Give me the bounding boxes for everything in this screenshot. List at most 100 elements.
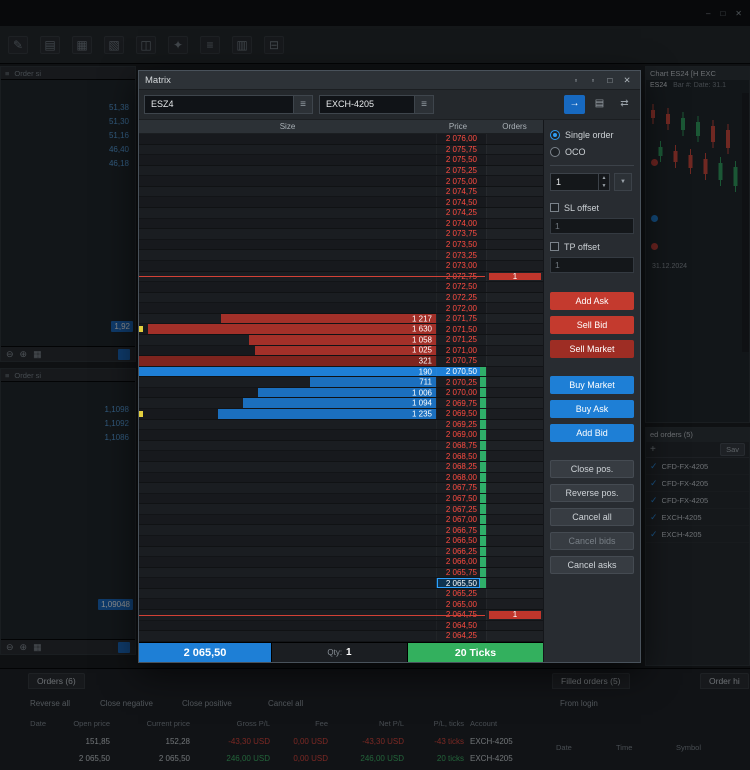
size-cell[interactable] [139, 187, 436, 197]
price-cell[interactable]: 2 070,50 [436, 367, 480, 377]
size-cell[interactable] [139, 430, 436, 440]
cancel-asks-button[interactable]: Cancel asks [550, 556, 634, 574]
orders-cell[interactable] [486, 229, 543, 239]
price-cell[interactable]: 2 074,25 [436, 208, 480, 218]
add-bid-button[interactable]: Add Bid [550, 424, 634, 442]
size-cell[interactable] [139, 441, 436, 451]
size-cell[interactable] [139, 473, 436, 483]
price-cell[interactable]: 2 065,00 [436, 599, 480, 609]
price-cell[interactable]: 2 065,75 [436, 568, 480, 578]
orders-cell[interactable] [486, 155, 543, 165]
orders-cell[interactable] [486, 441, 543, 451]
matrix-settings-icon[interactable]: ⇄ [614, 95, 635, 114]
size-cell[interactable]: 190 [139, 367, 436, 377]
size-cell[interactable] [139, 155, 436, 165]
orders-cell[interactable] [486, 451, 543, 461]
price-cell[interactable]: 2 065,25 [436, 589, 480, 599]
sell-market-button[interactable]: Sell Market [550, 340, 634, 358]
size-cell[interactable] [139, 525, 436, 535]
price-cell[interactable]: 2 069,50 [436, 409, 480, 419]
size-cell[interactable] [139, 166, 436, 176]
orders-cell[interactable] [486, 388, 543, 398]
size-cell[interactable] [139, 145, 436, 155]
sell-bid-button[interactable]: Sell Bid [550, 316, 634, 334]
mouse-trading-toggle[interactable]: → [564, 95, 585, 114]
price-cell[interactable]: 2 073,50 [436, 240, 480, 250]
orders-cell[interactable] [486, 621, 543, 631]
price-cell[interactable]: 2 072,25 [436, 293, 480, 303]
price-cell[interactable]: 2 070,00 [436, 388, 480, 398]
size-cell[interactable] [139, 621, 436, 631]
orders-cell[interactable] [486, 430, 543, 440]
price-cell[interactable]: 2 067,00 [436, 515, 480, 525]
orders-cell[interactable] [486, 536, 543, 546]
quantity-stepper[interactable]: ▲ ▼ [598, 174, 609, 190]
orders-cell[interactable] [486, 166, 543, 176]
orders-cell[interactable] [486, 494, 543, 504]
price-cell[interactable]: 2 071,25 [436, 335, 480, 345]
orders-cell[interactable] [486, 145, 543, 155]
price-cell[interactable]: 2 070,25 [436, 377, 480, 387]
price-cell[interactable]: 2 075,75 [436, 145, 480, 155]
size-cell[interactable] [139, 293, 436, 303]
size-cell[interactable] [139, 229, 436, 239]
orders-cell[interactable] [486, 335, 543, 345]
single-order-radio[interactable]: Single order [550, 126, 634, 143]
price-cell[interactable]: 2 066,75 [436, 525, 480, 535]
size-cell[interactable] [139, 197, 436, 207]
cancel-bids-button[interactable]: Cancel bids [550, 532, 634, 550]
price-cell[interactable]: 2 069,75 [436, 398, 480, 408]
price-cell[interactable]: 2 075,00 [436, 176, 480, 186]
price-cell[interactable]: 2 069,00 [436, 430, 480, 440]
orders-cell[interactable] [486, 219, 543, 229]
price-cell[interactable]: 2 074,75 [436, 187, 480, 197]
price-cell[interactable]: 2 065,50 [436, 578, 480, 588]
size-cell[interactable] [139, 272, 436, 282]
size-cell[interactable] [139, 134, 436, 144]
price-cell[interactable]: 2 071,50 [436, 324, 480, 334]
size-cell[interactable] [139, 589, 436, 599]
price-cell[interactable]: 2 073,75 [436, 229, 480, 239]
buy-ask-button[interactable]: Buy Ask [550, 400, 634, 418]
maximize-window-button[interactable]: □ [603, 75, 617, 86]
quantity-cell[interactable]: Qty: 1 [271, 643, 408, 662]
orders-cell[interactable] [486, 240, 543, 250]
quantity-input[interactable]: 1 ▲ ▼ [550, 173, 610, 191]
size-cell[interactable] [139, 219, 436, 229]
orders-cell[interactable] [486, 293, 543, 303]
qty-presets-dropdown[interactable]: ▼ [614, 173, 632, 191]
orders-cell[interactable] [486, 346, 543, 356]
close-position-button[interactable]: Close pos. [550, 460, 634, 478]
size-cell[interactable] [139, 536, 436, 546]
size-cell[interactable]: 1 235 [139, 409, 436, 419]
size-cell[interactable] [139, 261, 436, 271]
size-cell[interactable] [139, 250, 436, 260]
orders-cell[interactable] [486, 356, 543, 366]
size-cell[interactable]: 1 094 [139, 398, 436, 408]
price-cell[interactable]: 2 071,00 [436, 346, 480, 356]
orders-cell[interactable]: 1 [486, 272, 543, 282]
size-cell[interactable]: 1 217 [139, 314, 436, 324]
tp-offset-checkbox[interactable]: TP offset [550, 239, 634, 254]
size-cell[interactable] [139, 578, 436, 588]
step-down-icon[interactable]: ▼ [599, 182, 609, 190]
size-cell[interactable]: 711 [139, 377, 436, 387]
symbol-value[interactable]: ESZ4 [144, 95, 294, 114]
price-cell[interactable]: 2 066,25 [436, 547, 480, 557]
orders-cell[interactable] [486, 589, 543, 599]
account-selector[interactable]: EXCH-4205 ≡ [319, 95, 434, 114]
price-cell[interactable]: 2 068,50 [436, 451, 480, 461]
order-badge[interactable]: 1 [489, 611, 541, 619]
size-cell[interactable]: 1 006 [139, 388, 436, 398]
orders-cell[interactable] [486, 377, 543, 387]
price-cell[interactable]: 2 072,00 [436, 303, 480, 313]
size-cell[interactable]: 1 630 [139, 324, 436, 334]
orders-cell[interactable] [486, 557, 543, 567]
oco-radio[interactable]: OCO [550, 143, 634, 160]
orders-cell[interactable] [486, 409, 543, 419]
symbol-selector[interactable]: ESZ4 ≡ [144, 95, 313, 114]
price-cell[interactable]: 2 074,00 [436, 219, 480, 229]
price-cell[interactable]: 2 076,00 [436, 134, 480, 144]
orders-cell[interactable] [486, 547, 543, 557]
pin-window-button[interactable]: ▫ [569, 75, 583, 86]
